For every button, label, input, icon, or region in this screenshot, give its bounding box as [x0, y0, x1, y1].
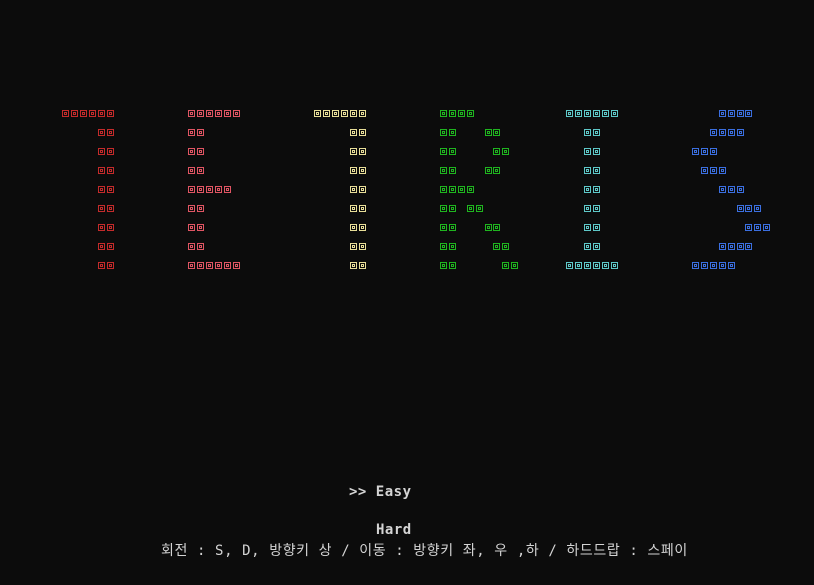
logo-block — [736, 186, 744, 193]
logo-block — [736, 243, 744, 250]
logo-block — [700, 148, 708, 155]
controls-help-text: 회전 : S, D, 방향키 상 / 이동 : 방향키 좌, 우 ,하 / 하드… — [161, 543, 688, 559]
game-screen: >> Easy Hard 회전 : S, D, 방향키 상 / 이동 : 방향키… — [0, 0, 814, 585]
logo-block — [718, 243, 726, 250]
logo-block — [763, 224, 771, 231]
logo-block — [718, 167, 726, 174]
logo-block — [727, 243, 735, 250]
menu-option-easy[interactable]: >> Easy — [349, 484, 412, 500]
logo-block — [709, 129, 717, 136]
logo-block — [727, 262, 735, 269]
logo-block — [709, 167, 717, 174]
tetris-logo — [0, 0, 814, 300]
logo-block — [745, 224, 753, 231]
logo-block — [745, 110, 753, 117]
logo-block — [709, 148, 717, 155]
logo-block — [727, 110, 735, 117]
logo-block — [700, 167, 708, 174]
logo-block — [692, 148, 699, 155]
menu-option-hard[interactable]: Hard — [376, 522, 412, 538]
logo-block — [754, 205, 762, 212]
logo-block — [718, 129, 726, 136]
logo-block — [745, 243, 753, 250]
logo-block — [736, 110, 744, 117]
logo-block — [709, 262, 717, 269]
logo-block — [736, 205, 744, 212]
logo-block — [727, 129, 735, 136]
logo-block — [727, 186, 735, 193]
logo-block — [736, 129, 744, 136]
logo-block — [700, 262, 708, 269]
logo-block — [718, 262, 726, 269]
logo-block — [692, 262, 699, 269]
logo-letter-s-6 — [0, 0, 814, 300]
logo-block — [745, 205, 753, 212]
logo-block — [754, 224, 762, 231]
logo-block — [718, 186, 726, 193]
logo-block — [718, 110, 726, 117]
